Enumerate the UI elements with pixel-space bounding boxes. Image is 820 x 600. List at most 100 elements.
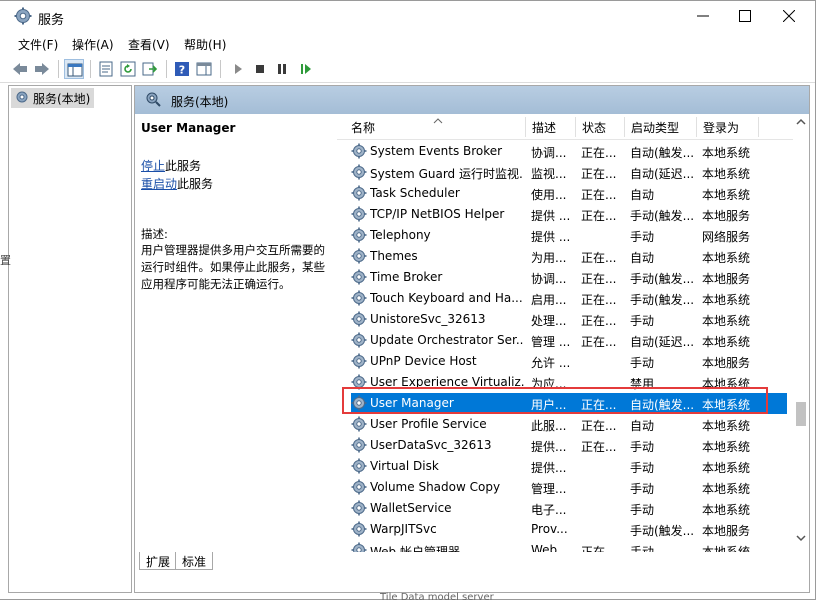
service-description: 为用... [531, 251, 567, 265]
service-description: 管理... [531, 482, 567, 496]
services-window: 服务 文件(F) 操作(A) 查看(V) 帮助(H) ? 服务(本地) 服务(本… [0, 0, 816, 600]
search-gear-icon [145, 91, 161, 110]
service-name: WarpJITSvc [370, 522, 437, 536]
service-gear-icon [351, 500, 367, 519]
service-startup-type: 手动 [630, 482, 655, 496]
tab-standard[interactable]: 标准 [175, 552, 214, 570]
service-name: Web 帐户管理器 [370, 545, 460, 552]
help-icon: ? [175, 62, 189, 77]
column-header-status[interactable]: 状态 [582, 119, 606, 136]
column-divider[interactable] [575, 117, 576, 137]
menu-help[interactable]: 帮助(H) [184, 36, 226, 53]
table-row[interactable]: System Events Broker 协调... 正在... 自动(触发... 本地… [351, 141, 787, 162]
service-logon-as: 本地系统 [702, 188, 751, 202]
menu-file[interactable]: 文件(F) [18, 36, 58, 53]
back-button[interactable] [10, 59, 30, 79]
menu-bar: 文件(F) 操作(A) 查看(V) 帮助(H) [0, 33, 815, 55]
show-hide-action-pane-icon [196, 62, 212, 76]
service-logon-as: 本地系统 [702, 503, 751, 517]
service-status: 正在... [581, 251, 617, 265]
service-startup-type: 手动 [630, 461, 655, 475]
table-row[interactable]: WarpJITSvc Prov... 手动(触发... 本地服务 [351, 519, 787, 540]
service-gear-icon [351, 479, 367, 498]
restart-service-link[interactable]: 重启动 [141, 177, 177, 191]
menu-action[interactable]: 操作(A) [72, 36, 114, 53]
service-description: Prov... [531, 522, 568, 536]
table-row[interactable]: Telephony 提供 ... 手动 网络服务 [351, 225, 787, 246]
column-header-name[interactable]: 名称 [351, 119, 375, 136]
column-header-startup-type[interactable]: 启动类型 [631, 119, 679, 136]
tree-node-label: 服务(本地) [33, 92, 91, 106]
service-logon-as: 本地系统 [702, 545, 751, 552]
stop-service-icon [256, 65, 264, 73]
export-list-button[interactable] [140, 59, 160, 79]
table-row[interactable]: WalletService 电子... 手动 本地系统 [351, 498, 787, 519]
service-name: Update Orchestrator Ser... [370, 333, 524, 347]
service-startup-type: 手动(触发... [630, 293, 695, 307]
service-logon-as: 本地系统 [702, 377, 751, 391]
properties-button[interactable] [96, 59, 116, 79]
start-service-button[interactable] [228, 59, 248, 79]
table-row[interactable]: UserDataSvc_32613 提供... 正在... 手动 本地系统 [351, 435, 787, 456]
service-gear-icon [351, 374, 367, 393]
table-row[interactable]: Volume Shadow Copy 管理... 手动 本地系统 [351, 477, 787, 498]
table-row[interactable]: UPnP Device Host 允许 ... 手动 本地服务 [351, 351, 787, 372]
table-row[interactable]: Virtual Disk 提供... 手动 本地系统 [351, 456, 787, 477]
stop-link-row: 停止此服务 [141, 157, 201, 174]
service-startup-type: 手动 [630, 230, 655, 244]
table-row[interactable]: Web 帐户管理器 Web... 正在... 手动 本地系统 [351, 540, 787, 552]
service-description: 处理... [531, 314, 567, 328]
column-divider[interactable] [624, 117, 625, 137]
pause-service-button[interactable] [272, 59, 292, 79]
column-header-description[interactable]: 描述 [532, 119, 556, 136]
show-hide-action-pane-button[interactable] [194, 59, 214, 79]
maximize-button[interactable] [722, 1, 768, 31]
scroll-up-icon[interactable] [796, 118, 806, 126]
tree-node-services-local[interactable]: 服务(本地) [11, 88, 95, 108]
tab-extended[interactable]: 扩展 [139, 552, 178, 570]
console-tree-button[interactable] [64, 59, 84, 79]
table-row[interactable]: Update Orchestrator Ser... 管理 ... 正在... 自动(… [351, 330, 787, 351]
table-row[interactable]: Task Scheduler 使用... 正在... 自动 本地系统 [351, 183, 787, 204]
column-divider[interactable] [525, 117, 526, 137]
menu-view[interactable]: 查看(V) [128, 36, 170, 53]
service-status: 正在... [581, 146, 617, 160]
scrollbar-thumb[interactable] [796, 402, 806, 426]
service-name: System Events Broker [370, 144, 503, 158]
table-row[interactable]: User Profile Service 此服... 正在... 自动 本地系统 [351, 414, 787, 435]
help-button[interactable]: ? [172, 59, 192, 79]
forward-button[interactable] [32, 59, 52, 79]
export-list-icon [142, 62, 158, 76]
table-row[interactable]: System Guard 运行时监视... 监视... 正在... 自动(延迟... 本… [351, 162, 787, 183]
pause-service-icon [278, 64, 286, 74]
toolbar-separator [166, 60, 167, 78]
minimize-button[interactable] [680, 1, 726, 31]
service-name: WalletService [370, 501, 452, 515]
table-row[interactable]: UnistoreSvc_32613 处理... 正在... 手动 本地系统 [351, 309, 787, 330]
table-row[interactable]: TCP/IP NetBIOS Helper 提供 ... 正在... 手动(触发...… [351, 204, 787, 225]
close-button[interactable] [766, 1, 812, 31]
scroll-down-icon[interactable] [796, 534, 806, 542]
stop-service-button[interactable] [250, 59, 270, 79]
column-header-logon-as[interactable]: 登录为 [703, 119, 739, 136]
restart-service-button[interactable] [296, 59, 316, 79]
pane-title: 服务(本地) [171, 95, 229, 109]
column-divider[interactable] [696, 117, 697, 137]
refresh-button[interactable] [118, 59, 138, 79]
table-row[interactable]: Time Broker 协调... 正在... 手动(触发... 本地服务 [351, 267, 787, 288]
restart-link-suffix: 此服务 [177, 177, 214, 191]
stop-service-link[interactable]: 停止 [141, 159, 165, 173]
services-pane: 服务(本地) User Manager 停止此服务 重启动此服务 描述: 用户管… [134, 85, 810, 593]
service-startup-type: 手动 [630, 356, 655, 370]
vertical-scrollbar[interactable] [793, 114, 809, 552]
column-divider[interactable] [758, 117, 759, 137]
services-gear-icon [15, 90, 29, 107]
service-startup-type: 自动 [630, 251, 655, 265]
table-row[interactable]: User Experience Virtualiz... 为应... 禁用 本地系统 [351, 372, 787, 393]
table-row[interactable]: Touch Keyboard and Ha... 启用... 正在... 手动(触发.… [351, 288, 787, 309]
table-row[interactable]: Themes 为用... 正在... 自动 本地系统 [351, 246, 787, 267]
table-row[interactable]: User Manager 用户... 正在... 自动(触发... 本地系统 [351, 393, 787, 414]
service-name: System Guard 运行时监视... [370, 167, 524, 181]
close-icon [783, 10, 795, 22]
service-name: Touch Keyboard and Ha... [370, 291, 523, 305]
